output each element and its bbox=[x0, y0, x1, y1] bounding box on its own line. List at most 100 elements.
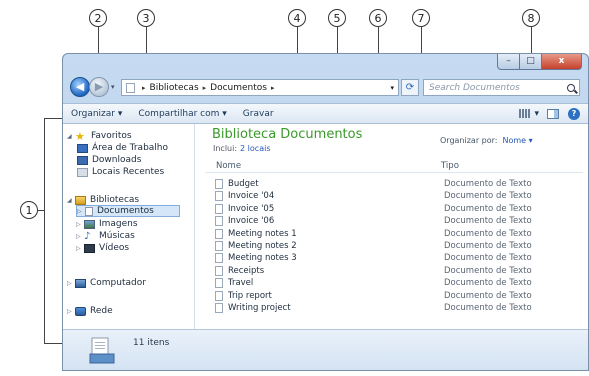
address-part-documentos[interactable]: Documentos bbox=[210, 83, 267, 93]
tree-label: Vídeos bbox=[99, 243, 130, 253]
burn-button[interactable]: Gravar bbox=[235, 109, 282, 119]
collapsed-arrow-icon[interactable]: ▷ bbox=[76, 245, 84, 252]
library-includes: Inclui: 2 locais bbox=[213, 144, 271, 153]
file-type: Documento de Texto bbox=[444, 290, 532, 301]
file-row[interactable]: Invoice '04 Documento de Texto bbox=[215, 190, 575, 202]
file-row[interactable]: Meeting notes 3 Documento de Texto bbox=[215, 252, 575, 264]
callout-4: 4 bbox=[288, 9, 306, 27]
library-title: Biblioteca Documentos bbox=[212, 127, 363, 142]
tree-network[interactable]: ▷ Rede bbox=[67, 306, 113, 316]
tree-label: Computador bbox=[90, 278, 146, 288]
address-separator: ▸ bbox=[142, 83, 146, 92]
collapsed-arrow-icon[interactable]: ▷ bbox=[76, 233, 84, 240]
collapsed-arrow-icon[interactable]: ▷ bbox=[76, 221, 84, 228]
text-document-icon bbox=[215, 179, 223, 189]
address-part-bibliotecas[interactable]: Bibliotecas bbox=[150, 83, 199, 93]
address-dropdown-icon[interactable]: ▾ bbox=[390, 84, 394, 92]
file-row[interactable]: Invoice '06 Documento de Texto bbox=[215, 215, 575, 227]
view-dropdown[interactable]: ▾ bbox=[534, 109, 539, 119]
star-icon: ★ bbox=[75, 129, 85, 143]
arrange-by-dropdown[interactable]: Nome ▾ bbox=[502, 136, 532, 145]
share-with-button[interactable]: Compartilhar com ▾ bbox=[130, 109, 234, 119]
collapsed-arrow-icon[interactable]: ▷ bbox=[67, 280, 75, 287]
column-header-divider bbox=[205, 172, 583, 173]
callout-1-bracket-vertical bbox=[44, 118, 45, 343]
column-header-type[interactable]: Tipo bbox=[441, 161, 459, 171]
tree-item-desktop[interactable]: Área de Trabalho bbox=[77, 143, 168, 153]
file-type: Documento de Texto bbox=[444, 303, 532, 313]
tree-label: Documentos bbox=[97, 206, 154, 216]
file-type: Documento de Texto bbox=[444, 278, 532, 289]
text-document-icon bbox=[215, 278, 223, 289]
callout-1-bracket-top bbox=[44, 118, 62, 119]
file-row[interactable]: Meeting notes 1 Documento de Texto bbox=[215, 228, 575, 240]
tree-item-documents-selected[interactable]: ▷ Documentos bbox=[76, 205, 180, 217]
expanded-arrow-icon[interactable]: ◢ bbox=[67, 133, 75, 140]
search-icon[interactable] bbox=[567, 83, 575, 92]
file-row[interactable]: Writing project Documento de Texto bbox=[215, 302, 575, 314]
file-row[interactable]: Invoice '05 Documento de Texto bbox=[215, 203, 575, 215]
address-separator[interactable]: ▸ bbox=[271, 84, 275, 92]
file-name: Invoice '05 bbox=[228, 203, 275, 214]
file-name: Writing project bbox=[228, 303, 291, 313]
text-document-icon bbox=[215, 203, 223, 214]
library-documents-icon bbox=[89, 337, 115, 364]
view-icon[interactable] bbox=[519, 109, 531, 118]
includes-locations-link[interactable]: 2 locais bbox=[240, 144, 270, 153]
address-bar[interactable]: ▸ Bibliotecas ▸ Documentos ▸ ▾ bbox=[121, 79, 399, 96]
explorer-window: – □ x ◀ ▶ ▾ ▸ Bibliotecas ▸ Documentos ▸… bbox=[62, 53, 589, 371]
downloads-icon bbox=[77, 155, 88, 165]
tree-item-recent-places[interactable]: Locais Recentes bbox=[77, 167, 164, 177]
refresh-button[interactable]: ⟳ bbox=[401, 79, 419, 96]
preview-pane-icon[interactable] bbox=[547, 108, 559, 119]
callout-3: 3 bbox=[137, 9, 155, 27]
collapsed-arrow-icon[interactable]: ▷ bbox=[67, 308, 75, 315]
file-row[interactable]: Trip report Documento de Texto bbox=[215, 290, 575, 302]
callout-2: 2 bbox=[89, 9, 107, 27]
search-input[interactable]: Search Documentos bbox=[424, 83, 520, 93]
minimize-button[interactable]: – bbox=[497, 54, 520, 70]
tree-item-music[interactable]: ▷ ♪ Músicas bbox=[76, 231, 135, 241]
search-box[interactable]: Search Documentos bbox=[423, 79, 580, 96]
forward-button[interactable]: ▶ bbox=[89, 77, 109, 97]
recent-pages-dropdown[interactable]: ▾ bbox=[111, 83, 115, 91]
text-document-icon bbox=[215, 303, 223, 313]
help-icon[interactable]: ? bbox=[568, 107, 580, 120]
tree-item-pictures[interactable]: ▷ Imagens bbox=[76, 219, 138, 229]
collapsed-arrow-icon[interactable]: ▷ bbox=[77, 208, 85, 215]
arrange-by: Organizar por: Nome ▾ bbox=[440, 136, 533, 145]
tree-favorites[interactable]: ◢ ★ Favoritos bbox=[67, 129, 132, 143]
tree-label: Bibliotecas bbox=[90, 195, 140, 205]
file-row[interactable]: Travel Documento de Texto bbox=[215, 277, 575, 289]
expanded-arrow-icon[interactable]: ◢ bbox=[67, 197, 75, 204]
maximize-button[interactable]: □ bbox=[520, 54, 542, 70]
file-row[interactable]: Meeting notes 2 Documento de Texto bbox=[215, 240, 575, 252]
text-document-icon bbox=[215, 253, 223, 264]
file-type: Documento de Texto bbox=[444, 241, 532, 251]
tree-item-videos[interactable]: ▷ Vídeos bbox=[76, 243, 129, 253]
tree-label: Músicas bbox=[99, 231, 135, 241]
file-name: Invoice '06 bbox=[228, 216, 275, 227]
file-list-pane: Biblioteca Documentos Inclui: 2 locais Or… bbox=[195, 124, 588, 329]
address-separator[interactable]: ▸ bbox=[203, 84, 207, 92]
title-buttons: – □ x bbox=[497, 54, 582, 71]
file-name: Travel bbox=[228, 278, 254, 289]
close-button[interactable]: x bbox=[542, 54, 582, 70]
organize-button[interactable]: Organizar ▾ bbox=[63, 109, 130, 119]
tree-item-downloads[interactable]: Downloads bbox=[77, 155, 141, 165]
column-header-name[interactable]: Nome bbox=[216, 161, 241, 171]
file-type: Documento de Texto bbox=[444, 216, 532, 227]
file-name: Meeting notes 2 bbox=[228, 241, 297, 251]
file-row[interactable]: Budget Documento de Texto bbox=[215, 178, 575, 190]
tree-label: Locais Recentes bbox=[92, 167, 165, 177]
text-document-icon bbox=[215, 241, 223, 251]
file-type: Documento de Texto bbox=[444, 228, 532, 239]
navigation-pane: ◢ ★ Favoritos Área de Trabalho Downloads… bbox=[63, 124, 195, 329]
back-button[interactable]: ◀ bbox=[70, 77, 90, 97]
toolbar-right: ▾ ? bbox=[519, 107, 588, 120]
text-document-icon bbox=[215, 191, 223, 202]
tree-computer[interactable]: ▷ Computador bbox=[67, 278, 146, 288]
tree-libraries[interactable]: ◢ Bibliotecas bbox=[67, 195, 139, 205]
tree-label: Downloads bbox=[92, 155, 142, 165]
file-row[interactable]: Receipts Documento de Texto bbox=[215, 265, 575, 277]
